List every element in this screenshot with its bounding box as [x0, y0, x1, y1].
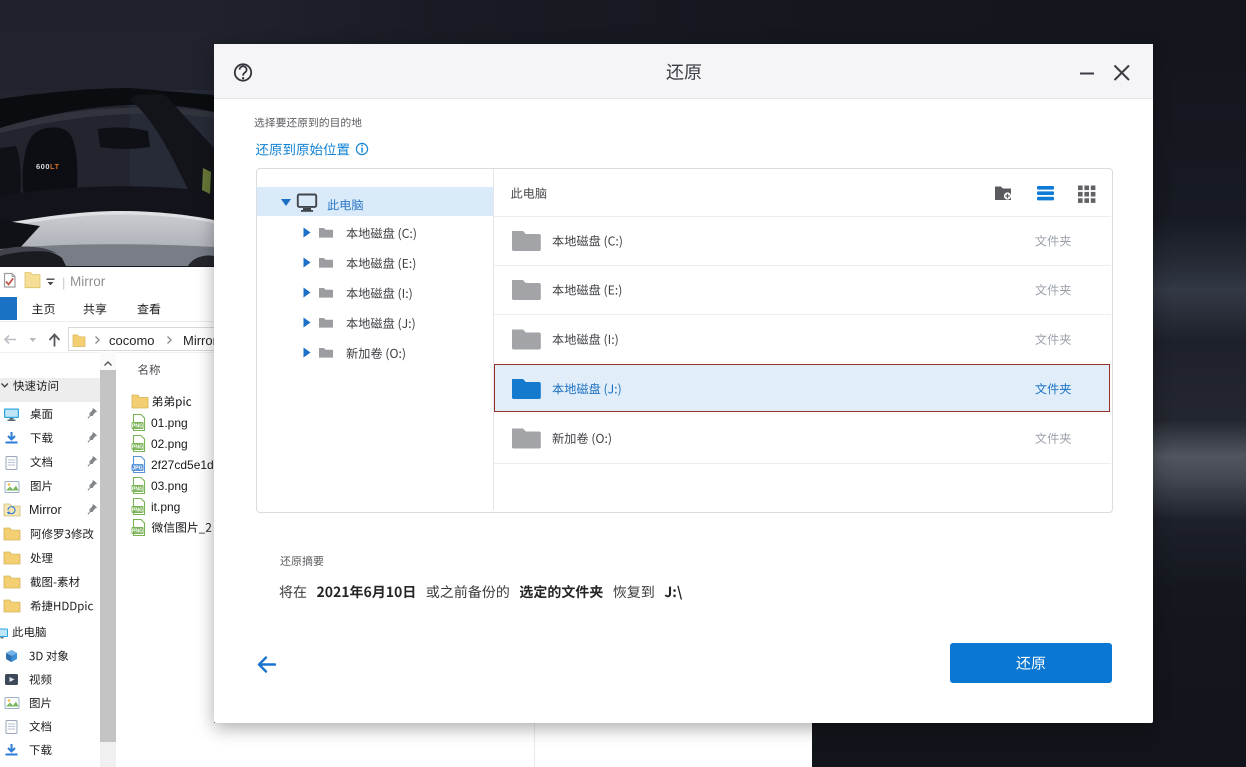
svg-text:PNG: PNG	[132, 508, 143, 514]
svg-text:PNG: PNG	[132, 445, 143, 451]
svg-text:JPG: JPG	[132, 466, 142, 472]
svg-text:PNG: PNG	[132, 487, 143, 493]
svg-text:PNG: PNG	[132, 424, 143, 430]
svg-text:PNG: PNG	[132, 529, 143, 535]
